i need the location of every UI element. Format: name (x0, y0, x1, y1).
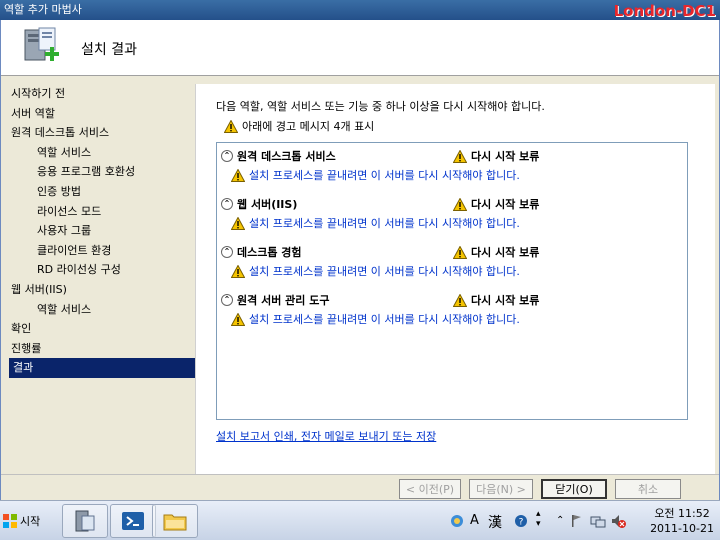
intro-text: 다음 역할, 역할 서비스 또는 기능 중 하나 이상을 다시 시작해야 합니다… (216, 100, 545, 113)
volume-muted-icon[interactable] (610, 513, 626, 529)
warning-icon (231, 168, 245, 182)
action-center-flag-icon[interactable] (570, 514, 582, 528)
warning-icon (453, 197, 467, 211)
sidebar-step-14[interactable]: 결과 (9, 358, 195, 378)
wizard-header: 설치 결과 (1, 20, 719, 76)
system-clock[interactable]: 오전 11:52 2011-10-21 (650, 507, 714, 535)
clock-date: 2011-10-21 (650, 522, 714, 535)
warning-icon (231, 264, 245, 278)
help-icon[interactable]: ? (514, 514, 528, 528)
result-role-name: 웹 서버(IIS) (237, 198, 298, 211)
result-status: 다시 시작 보류 (453, 292, 539, 308)
warning-icon (231, 216, 245, 230)
result-status-text: 다시 시작 보류 (471, 246, 540, 259)
sidebar-step-7[interactable]: 사용자 그룹 (9, 221, 195, 241)
result-status-text: 다시 시작 보류 (471, 294, 540, 307)
sidebar-step-3[interactable]: 역할 서비스 (9, 143, 195, 163)
start-button[interactable]: 시작 (2, 509, 48, 533)
result-header[interactable]: ⌃ 원격 데스크톱 서비스 (221, 148, 336, 164)
sidebar-step-1[interactable]: 서버 역할 (9, 104, 195, 124)
result-role-name: 원격 서버 관리 도구 (237, 294, 330, 307)
server-manager-icon (75, 510, 95, 532)
explorer-taskbar-button[interactable] (152, 504, 198, 538)
server-name-tag: London-DC1 (613, 2, 716, 20)
result-group: ⌃ 원격 서버 관리 도구 다시 시작 보류설치 프로세스를 끝내려면 이 서버를 … (217, 287, 687, 335)
warning-icon (453, 293, 467, 307)
network-icon[interactable] (590, 513, 606, 529)
result-role-name: 데스크톱 경험 (237, 246, 302, 259)
svg-text:?: ? (519, 518, 524, 528)
warning-icon (453, 245, 467, 259)
result-message-text: 설치 프로세스를 끝내려면 이 서버를 다시 시작해야 합니다. (249, 313, 520, 326)
sidebar-step-6[interactable]: 라이선스 모드 (9, 202, 195, 222)
warning-icon (231, 312, 245, 326)
sidebar-step-12[interactable]: 확인 (9, 319, 195, 339)
results-page: 다음 역할, 역할 서비스 또는 기능 중 하나 이상을 다시 시작해야 합니다… (195, 84, 715, 494)
sidebar-step-8[interactable]: 클라이언트 환경 (9, 241, 195, 261)
result-message: 설치 프로세스를 끝내려면 이 서버를 다시 시작해야 합니다. (231, 215, 520, 231)
result-header[interactable]: ⌃ 원격 서버 관리 도구 (221, 292, 329, 308)
collapse-icon[interactable]: ⌃ (221, 150, 233, 162)
powershell-taskbar-button[interactable] (110, 504, 156, 538)
sidebar-step-5[interactable]: 인증 방법 (9, 182, 195, 202)
server-manager-taskbar-button[interactable] (62, 504, 108, 538)
powershell-icon (122, 512, 144, 530)
sidebar-step-0[interactable]: 시작하기 전 (9, 84, 195, 104)
add-roles-icon (24, 27, 59, 61)
sidebar-step-4[interactable]: 응용 프로그램 호환성 (9, 162, 195, 182)
warning-summary: 아래에 경고 메시지 4개 표시 (224, 118, 374, 134)
next-button[interactable]: 다음(N) > (469, 479, 533, 499)
close-button[interactable]: 닫기(O) (541, 479, 607, 499)
start-label: 시작 (20, 515, 41, 528)
folder-icon (163, 514, 187, 531)
collapse-icon[interactable]: ⌃ (221, 198, 233, 210)
sidebar-step-9[interactable]: RD 라이선싱 구성 (9, 260, 195, 280)
show-hidden-icons-chevron-icon[interactable]: ⌃ (556, 515, 564, 526)
result-message-text: 설치 프로세스를 끝내려면 이 서버를 다시 시작해야 합니다. (249, 265, 520, 278)
result-status: 다시 시작 보류 (453, 196, 539, 212)
result-role-name: 원격 데스크톱 서비스 (237, 150, 336, 163)
wizard-window: 설치 결과 시작하기 전 서버 역할 원격 데스크톱 서비스 역할 서비스 응용 프로그… (0, 20, 720, 500)
result-group: ⌃ 데스크톱 경험 다시 시작 보류설치 프로세스를 끝내려면 이 서버를 다시 시… (217, 239, 687, 287)
wizard-button-bar: < 이전(P) 다음(N) > 닫기(O) 취소 (1, 474, 719, 500)
result-status: 다시 시작 보류 (453, 244, 539, 260)
windows-logo-icon (3, 514, 17, 528)
warning-icon (453, 149, 467, 163)
window-title: 역할 추가 마법사 (4, 3, 82, 16)
warning-icon (224, 119, 238, 133)
result-message: 설치 프로세스를 끝내려면 이 서버를 다시 시작해야 합니다. (231, 311, 520, 327)
notification-area: A 漢 ? ▴ ▾ ⌃ 오전 11:52 2011-10-21 (440, 507, 720, 535)
result-header[interactable]: ⌃ 웹 서버(IIS) (221, 196, 297, 212)
sidebar-step-2[interactable]: 원격 데스크톱 서비스 (9, 123, 195, 143)
sidebar-step-11[interactable]: 역할 서비스 (9, 300, 195, 320)
result-message: 설치 프로세스를 끝내려면 이 서버를 다시 시작해야 합니다. (231, 167, 520, 183)
warning-summary-label: 아래에 경고 메시지 4개 표시 (242, 120, 375, 133)
print-report-link[interactable]: 설치 보고서 인쇄, 전자 메일로 보내기 또는 저장 (216, 428, 436, 444)
collapse-icon[interactable]: ⌃ (221, 294, 233, 306)
language-bar-icon[interactable] (450, 514, 464, 528)
result-status-text: 다시 시작 보류 (471, 198, 540, 211)
result-message-text: 설치 프로세스를 끝내려면 이 서버를 다시 시작해야 합니다. (249, 217, 520, 230)
result-header[interactable]: ⌃ 데스크톱 경험 (221, 244, 302, 260)
hanja-mode-indicator[interactable]: 漢 (488, 512, 502, 532)
result-group: ⌃ 웹 서버(IIS) 다시 시작 보류설치 프로세스를 끝내려면 이 서버를 다시… (217, 191, 687, 239)
collapse-icon[interactable]: ⌃ (221, 246, 233, 258)
window-title-bar[interactable]: 역할 추가 마법사 London-DC1 (0, 0, 720, 20)
result-message: 설치 프로세스를 끝내려면 이 서버를 다시 시작해야 합니다. (231, 263, 520, 279)
result-status-text: 다시 시작 보류 (471, 150, 540, 163)
clock-time: 오전 11:52 (654, 507, 710, 520)
sidebar-step-13[interactable]: 진행률 (9, 339, 195, 359)
result-group: ⌃ 원격 데스크톱 서비스 다시 시작 보류설치 프로세스를 끝내려면 이 서버를 … (217, 143, 687, 191)
result-message-text: 설치 프로세스를 끝내려면 이 서버를 다시 시작해야 합니다. (249, 169, 520, 182)
sidebar-step-10[interactable]: 웹 서버(IIS) (9, 280, 195, 300)
cancel-button[interactable]: 취소 (615, 479, 681, 499)
taskbar: 시작 A 漢 ? ▴ ▾ ⌃ 오전 11:52 2011-10-21 (0, 500, 720, 540)
wizard-step-nav: 시작하기 전 서버 역할 원격 데스크톱 서비스 역할 서비스 응용 프로그램 호환성 인… (9, 84, 195, 494)
ime-options-icon[interactable]: ▴ ▾ (536, 509, 541, 529)
page-title: 설치 결과 (81, 42, 137, 58)
result-status: 다시 시작 보류 (453, 148, 539, 164)
results-list[interactable]: ⌃ 원격 데스크톱 서비스 다시 시작 보류 설치 프로세스를 끝내려면 이 서버를 … (216, 142, 688, 420)
ime-mode-indicator[interactable]: A (470, 513, 479, 528)
previous-button[interactable]: < 이전(P) (399, 479, 461, 499)
